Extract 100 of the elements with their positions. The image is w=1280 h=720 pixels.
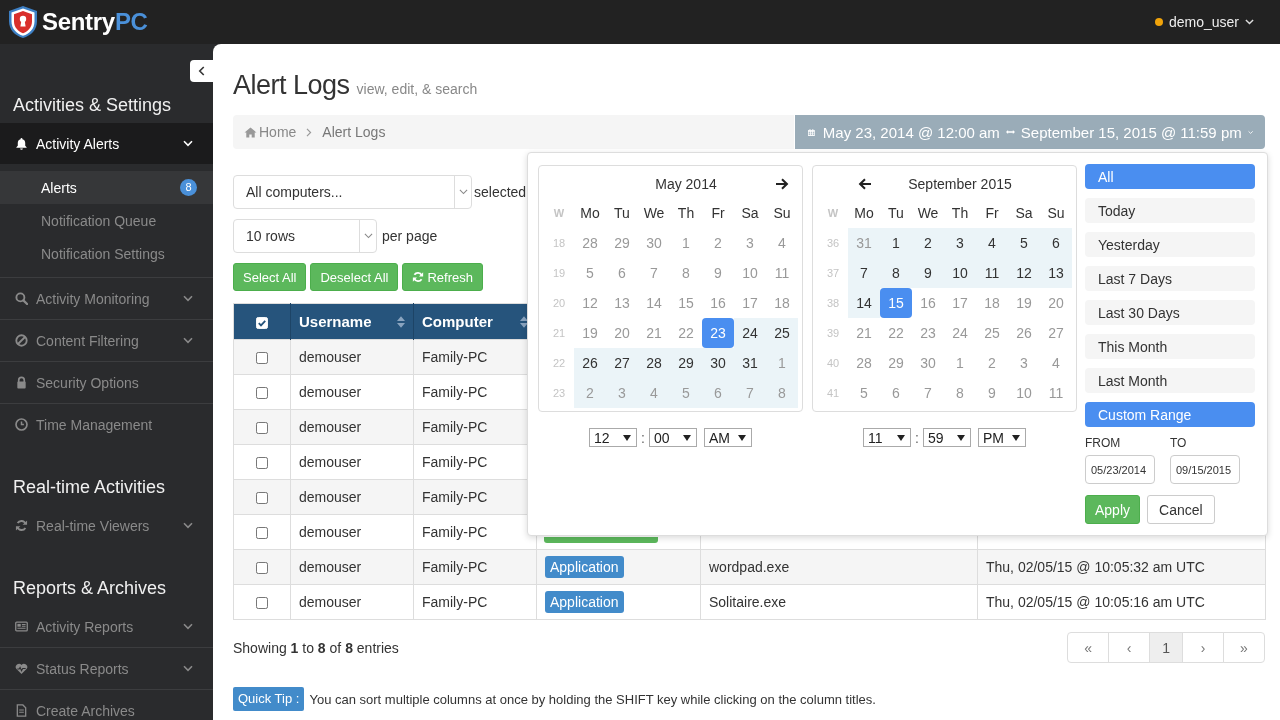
- home-link[interactable]: Home: [244, 124, 297, 140]
- column-header[interactable]: Username: [290, 303, 414, 340]
- action-button[interactable]: Deselect All: [310, 263, 399, 291]
- calendar-day[interactable]: 17: [944, 288, 976, 318]
- calendar-day[interactable]: 22: [880, 318, 912, 348]
- calendar-day[interactable]: 16: [912, 288, 944, 318]
- row-checkbox[interactable]: [256, 562, 268, 575]
- computer-select[interactable]: All computers...: [233, 175, 472, 209]
- calendar-day[interactable]: 14: [638, 288, 670, 318]
- calendar-day[interactable]: 19: [1008, 288, 1040, 318]
- to-date-field[interactable]: 09/15/2015: [1170, 455, 1240, 484]
- sidebar-item[interactable]: Activity Reports: [0, 606, 213, 647]
- calendar-day[interactable]: 6: [702, 378, 734, 408]
- calendar-day[interactable]: 4: [766, 228, 798, 258]
- calendar-day[interactable]: 26: [1008, 318, 1040, 348]
- calendar-day[interactable]: 29: [880, 348, 912, 378]
- calendar-day[interactable]: 30: [912, 348, 944, 378]
- calendar-day[interactable]: 18: [976, 288, 1008, 318]
- calendar-day[interactable]: 3: [606, 378, 638, 408]
- calendar-day[interactable]: 30: [638, 228, 670, 258]
- calendar-day[interactable]: 1: [880, 228, 912, 258]
- calendar-day[interactable]: 3: [734, 228, 766, 258]
- calendar-day[interactable]: 9: [702, 258, 734, 288]
- calendar-day[interactable]: 20: [606, 318, 638, 348]
- calendar-day[interactable]: 10: [1008, 378, 1040, 408]
- cancel-button[interactable]: Cancel: [1147, 495, 1215, 524]
- calendar-day[interactable]: 4: [1040, 348, 1072, 378]
- calendar-day[interactable]: 4: [976, 228, 1008, 258]
- calendar-day[interactable]: 16: [702, 288, 734, 318]
- calendar-day[interactable]: 7: [848, 258, 880, 288]
- calendar-day[interactable]: 1: [944, 348, 976, 378]
- calendar-day[interactable]: 28: [574, 228, 606, 258]
- calendar-day[interactable]: 25: [976, 318, 1008, 348]
- calendar-day[interactable]: 24: [734, 318, 766, 348]
- calendar-day[interactable]: 28: [848, 348, 880, 378]
- calendar-day[interactable]: 27: [606, 348, 638, 378]
- sidebar-item[interactable]: Create Archives: [0, 689, 213, 720]
- calendar-day[interactable]: 28: [638, 348, 670, 378]
- calendar-day[interactable]: 1: [766, 348, 798, 378]
- page-button[interactable]: ›: [1182, 632, 1224, 663]
- calendar-day[interactable]: 4: [638, 378, 670, 408]
- calendar-day[interactable]: 6: [1040, 228, 1072, 258]
- calendar-day[interactable]: 11: [1040, 378, 1072, 408]
- calendar-day[interactable]: 12: [1008, 258, 1040, 288]
- sidebar-item[interactable]: Real-time Viewers: [0, 505, 213, 546]
- calendar-day[interactable]: 11: [976, 258, 1008, 288]
- calendar-day[interactable]: 18: [766, 288, 798, 318]
- calendar-day[interactable]: 3: [944, 228, 976, 258]
- hour-select[interactable]: 11: [863, 428, 912, 447]
- calendar-day[interactable]: 23: [912, 318, 944, 348]
- calendar-day[interactable]: 24: [944, 318, 976, 348]
- calendar-day[interactable]: 3: [1008, 348, 1040, 378]
- calendar-day[interactable]: 8: [944, 378, 976, 408]
- sidebar-subitem[interactable]: Notification Settings: [0, 237, 213, 270]
- minute-select[interactable]: 00: [648, 428, 697, 447]
- calendar-day[interactable]: 1: [670, 228, 702, 258]
- calendar-day[interactable]: 7: [638, 258, 670, 288]
- calendar-day[interactable]: 5: [574, 258, 606, 288]
- range-option[interactable]: Today: [1085, 198, 1255, 223]
- period-select[interactable]: AM: [703, 428, 752, 447]
- rows-per-page-select[interactable]: 10 rows: [233, 219, 377, 253]
- user-menu-button[interactable]: demo_user: [1154, 14, 1254, 30]
- page-button[interactable]: »: [1223, 632, 1265, 663]
- calendar-day[interactable]: 21: [638, 318, 670, 348]
- calendar-day[interactable]: 31: [848, 228, 880, 258]
- row-checkbox[interactable]: [256, 387, 268, 400]
- calendar-day[interactable]: 22: [670, 318, 702, 348]
- calendar-day[interactable]: 23: [702, 318, 734, 348]
- row-checkbox[interactable]: [256, 527, 268, 540]
- page-button[interactable]: 1: [1149, 632, 1183, 663]
- calendar-day[interactable]: 15: [880, 288, 912, 318]
- calendar-day[interactable]: 10: [734, 258, 766, 288]
- calendar-day[interactable]: 26: [574, 348, 606, 378]
- period-select[interactable]: PM: [977, 428, 1026, 447]
- range-option[interactable]: Last 30 Days: [1085, 300, 1255, 325]
- date-range-button[interactable]: May 23, 2014 @ 12:00 am September 15, 2015 @ 11:59 pm: [795, 115, 1265, 149]
- minute-select[interactable]: 59: [922, 428, 971, 447]
- calendar-day[interactable]: 2: [702, 228, 734, 258]
- range-option[interactable]: Custom Range: [1085, 402, 1255, 427]
- range-option[interactable]: All: [1085, 164, 1255, 189]
- calendar-day[interactable]: 8: [670, 258, 702, 288]
- hour-select[interactable]: 12: [589, 428, 638, 447]
- calendar-day[interactable]: 5: [1008, 228, 1040, 258]
- range-option[interactable]: Last 7 Days: [1085, 266, 1255, 291]
- select-all-checkbox[interactable]: [256, 316, 268, 329]
- arrow-right-icon[interactable]: [775, 178, 789, 190]
- row-checkbox[interactable]: [256, 422, 268, 435]
- calendar-day[interactable]: 6: [606, 258, 638, 288]
- calendar-day[interactable]: 10: [944, 258, 976, 288]
- calendar-day[interactable]: 30: [702, 348, 734, 378]
- arrow-left-icon[interactable]: [857, 178, 871, 190]
- range-option[interactable]: Yesterday: [1085, 232, 1255, 257]
- sidebar-subitem[interactable]: Alerts 8: [0, 171, 213, 204]
- row-checkbox[interactable]: [256, 457, 268, 470]
- calendar-day[interactable]: 21: [848, 318, 880, 348]
- calendar-day[interactable]: 13: [606, 288, 638, 318]
- sidebar-item[interactable]: Activity Alerts: [0, 123, 213, 164]
- from-date-field[interactable]: 05/23/2014: [1085, 455, 1155, 484]
- row-checkbox[interactable]: [256, 352, 268, 365]
- calendar-day[interactable]: 15: [670, 288, 702, 318]
